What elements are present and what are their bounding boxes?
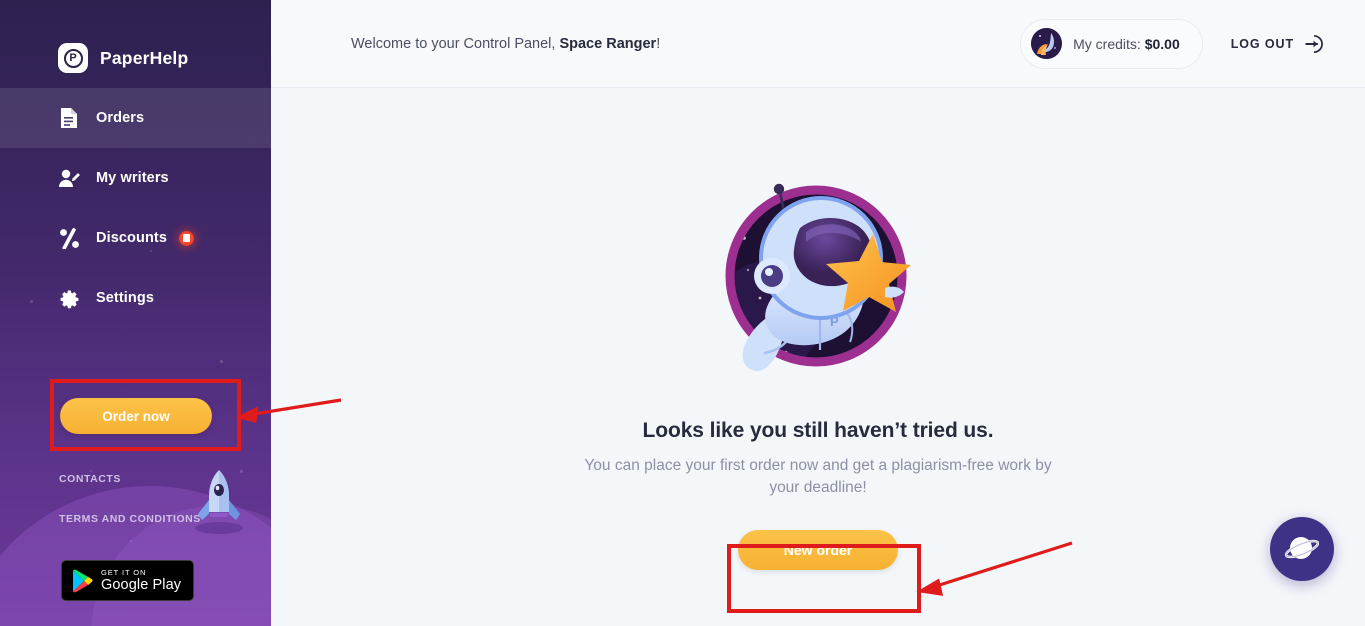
credits-text: My credits: $0.00 bbox=[1073, 36, 1180, 52]
sidebar-item-label: My writers bbox=[96, 170, 169, 186]
gear-icon bbox=[58, 287, 80, 309]
welcome-prefix: Welcome to your Control Panel, bbox=[351, 35, 560, 52]
credits-value: $0.00 bbox=[1144, 35, 1180, 52]
brand-name: PaperHelp bbox=[100, 47, 189, 68]
sidebar-link-contacts[interactable]: CONTACTS bbox=[59, 473, 121, 485]
sidebar-item-orders[interactable]: Orders bbox=[0, 88, 271, 148]
app-root: P PaperHelp Orders My writers Discounts … bbox=[0, 0, 1365, 626]
sidebar-item-label: Settings bbox=[96, 290, 154, 306]
sidebar-item-label: Orders bbox=[96, 110, 145, 126]
support-chat-button[interactable] bbox=[1270, 517, 1334, 581]
main-area: Welcome to your Control Panel, Space Ran… bbox=[271, 0, 1365, 626]
paperhelp-logo-icon: P bbox=[58, 43, 88, 73]
google-play-icon bbox=[73, 569, 93, 592]
brand-logo[interactable]: P PaperHelp bbox=[0, 0, 271, 88]
sidebar-nav: Orders My writers Discounts Settings bbox=[0, 88, 271, 328]
top-header: Welcome to your Control Panel, Space Ran… bbox=[271, 0, 1365, 88]
discounts-gift-badge bbox=[179, 230, 194, 246]
sidebar-item-settings[interactable]: Settings bbox=[0, 268, 271, 328]
planet-icon bbox=[1285, 537, 1319, 559]
welcome-message: Welcome to your Control Panel, Space Ran… bbox=[351, 36, 660, 52]
sidebar-item-discounts[interactable]: Discounts bbox=[0, 208, 271, 268]
comet-avatar-icon bbox=[1031, 28, 1063, 59]
google-play-big-text: Google Play bbox=[101, 577, 182, 593]
header-right-group: My credits: $0.00 LOG OUT bbox=[1020, 18, 1325, 69]
sidebar-item-my-writers[interactable]: My writers bbox=[0, 148, 271, 208]
logout-button[interactable]: LOG OUT bbox=[1231, 33, 1325, 55]
logout-label: LOG OUT bbox=[1230, 36, 1294, 51]
astronaut-with-star-illustration: P bbox=[725, 183, 911, 372]
google-play-badge[interactable]: GET IT ON Google Play bbox=[61, 560, 194, 601]
logo-letter: P bbox=[63, 48, 83, 68]
google-play-small-text: GET IT ON bbox=[101, 567, 147, 577]
empty-state-title: Looks like you still haven’t tried us. bbox=[642, 419, 994, 442]
sidebar: P PaperHelp Orders My writers Discounts … bbox=[0, 0, 271, 626]
order-now-button[interactable]: Order now bbox=[60, 398, 212, 434]
star-decor bbox=[130, 540, 132, 542]
welcome-suffix: ! bbox=[656, 35, 661, 52]
sidebar-item-label: Discounts bbox=[96, 230, 167, 246]
empty-state-subtitle: You can place your first order now and g… bbox=[584, 457, 1052, 497]
my-credits-button[interactable]: My credits: $0.00 bbox=[1020, 18, 1203, 69]
star-decor bbox=[90, 470, 92, 472]
new-order-button[interactable]: New order bbox=[738, 529, 898, 570]
percent-icon bbox=[58, 227, 80, 249]
logout-arrow-icon bbox=[1305, 34, 1323, 53]
credits-label: My credits: bbox=[1073, 35, 1145, 52]
document-icon bbox=[58, 107, 80, 129]
user-edit-icon bbox=[58, 167, 80, 189]
sidebar-link-terms-and-conditions[interactable]: TERMS AND CONDITIONS bbox=[59, 513, 201, 525]
welcome-username: Space Ranger bbox=[559, 35, 657, 52]
empty-state-content: P Looks like you still haven’t tried us.… bbox=[271, 88, 1365, 626]
star-decor bbox=[220, 360, 223, 363]
